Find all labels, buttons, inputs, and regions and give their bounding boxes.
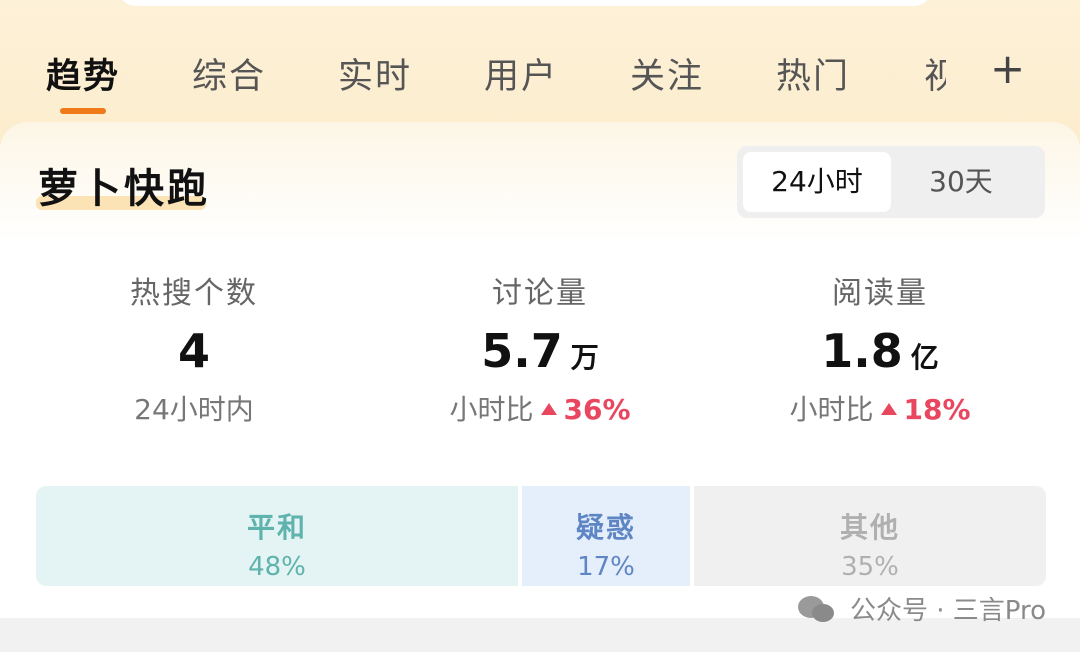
- stat-label: 阅读量: [832, 276, 928, 311]
- tab-overview[interactable]: 综合: [192, 48, 266, 99]
- tab-hot[interactable]: 热门: [776, 48, 850, 99]
- watermark: 公众号 · 三言Pro: [797, 590, 1046, 627]
- tab-realtime[interactable]: 实时: [338, 48, 412, 99]
- tab-following[interactable]: 关注: [630, 48, 704, 99]
- stat-label: 热搜个数: [130, 276, 258, 311]
- stat-reads: 阅读量 1.8 亿 小时比 18%: [730, 268, 1030, 428]
- stat-value: 5.7 万: [481, 324, 599, 378]
- sentiment-other[interactable]: 其他 35%: [694, 486, 1046, 586]
- tab-video-partial[interactable]: 视: [924, 48, 946, 99]
- stat-sub: 小时比 36%: [449, 393, 631, 426]
- stat-sub: 小时比 18%: [789, 393, 971, 426]
- range-30d-button[interactable]: 30天: [887, 152, 1035, 212]
- tab-active-indicator: [60, 108, 106, 114]
- tab-bar: 趋势 综合 实时 用户 关注 热门 视 +: [0, 40, 1080, 120]
- range-24h-button[interactable]: 24小时: [743, 152, 891, 212]
- stat-value: 4: [177, 324, 210, 378]
- topic-title: 萝卜快跑: [38, 166, 210, 212]
- triangle-up-icon: [881, 403, 898, 415]
- wechat-icon: [797, 594, 838, 624]
- stat-value: 1.8 亿: [821, 324, 939, 378]
- sentiment-calm[interactable]: 平和 48%: [36, 486, 518, 586]
- tab-trend[interactable]: 趋势: [46, 48, 120, 99]
- stat-label: 讨论量: [492, 276, 588, 311]
- stat-discussion: 讨论量 5.7 万 小时比 36%: [390, 268, 690, 428]
- topic-card: 萝卜快跑 24小时 30天 热搜个数 4 24小时内 讨论量 5.7 万 小时比 3…: [0, 122, 1080, 618]
- time-range-toggle: 24小时 30天: [737, 146, 1045, 218]
- stat-hot-search: 热搜个数 4 24小时内: [44, 268, 344, 428]
- plus-icon[interactable]: +: [990, 44, 1025, 93]
- triangle-up-icon: [541, 403, 558, 415]
- sentiment-doubt[interactable]: 疑惑 17%: [522, 486, 690, 586]
- search-bar-edge[interactable]: [118, 0, 932, 6]
- sentiment-bar[interactable]: 平和 48% 疑惑 17% 其他 35%: [36, 486, 1046, 586]
- tab-users[interactable]: 用户: [484, 48, 558, 99]
- stat-sub: 24小时内: [134, 393, 254, 426]
